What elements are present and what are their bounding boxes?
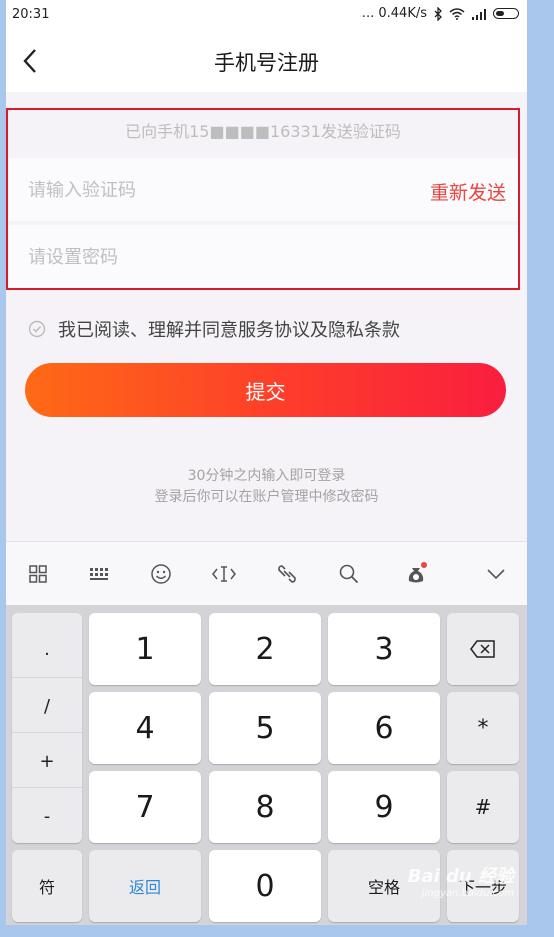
page-title: 手机号注册 [214, 51, 319, 75]
network-speed: ... 0.44K/s [361, 6, 427, 21]
password-field-row [8, 225, 518, 288]
baidu-watermark: Bai du 经验 jingyan.baidu.com [408, 862, 514, 899]
key-slash[interactable]: / [12, 677, 82, 734]
delete-key[interactable] [447, 613, 519, 685]
key-dot[interactable]: . [12, 621, 82, 677]
resend-button[interactable]: 重新发送 [430, 178, 506, 205]
search-icon[interactable] [335, 560, 363, 588]
keyboard-icon[interactable] [86, 560, 114, 588]
agreement-row[interactable]: 我已阅读、理解并同意服务协议及隐私条款 [28, 316, 400, 342]
key-1[interactable]: 1 [89, 613, 201, 685]
key-star[interactable]: * [447, 692, 519, 764]
backspace-icon [470, 640, 495, 658]
key-plus[interactable]: + [12, 732, 82, 789]
key-6[interactable]: 6 [328, 692, 440, 764]
key-8[interactable]: 8 [209, 771, 321, 843]
grid-icon[interactable] [24, 560, 52, 588]
key-9[interactable]: 9 [328, 771, 440, 843]
login-note-2: 登录后你可以在账户管理中修改密码 [154, 489, 379, 505]
nav-bar: 手机号注册 [6, 30, 527, 92]
link-icon[interactable] [273, 560, 301, 588]
key-7[interactable]: 7 [89, 771, 201, 843]
password-input[interactable] [26, 239, 390, 275]
key-5[interactable]: 5 [209, 692, 321, 764]
submit-button[interactable]: 提交 [25, 363, 506, 417]
key-4[interactable]: 4 [89, 692, 201, 764]
sms-sent-hint: 已向手机15■■■■16331发送验证码 [125, 122, 401, 141]
code-field-row: 重新发送 [8, 158, 518, 221]
key-hash[interactable]: # [447, 771, 519, 843]
back-key[interactable]: 返回 [89, 850, 201, 922]
status-right: ... 0.44K/s [362, 6, 519, 21]
keyboard-toolbar [6, 541, 527, 606]
bag-icon[interactable] [402, 560, 430, 588]
agreement-text[interactable]: 我已阅读、理解并同意服务协议及隐私条款 [58, 316, 400, 342]
watermark-brand: Bai du 经验 [407, 866, 514, 887]
battery-icon [493, 8, 519, 19]
status-bar: 20:31 ... 0.44K/s [6, 0, 527, 30]
symbol-column: . / + - [12, 613, 82, 843]
phone-screen: 20:31 ... 0.44K/s 手机号注册 已向手机15■■■■16331发… [6, 0, 527, 925]
cursor-icon[interactable] [210, 560, 238, 588]
watermark-url: jingyan.baidu.com [421, 888, 514, 899]
key-3[interactable]: 3 [328, 613, 440, 685]
status-time: 20:31 [12, 7, 50, 22]
emoji-icon[interactable] [147, 560, 175, 588]
key-minus[interactable]: - [12, 787, 82, 844]
signal-icon [472, 8, 486, 20]
bluetooth-icon [434, 6, 442, 21]
key-0[interactable]: 0 [209, 850, 321, 922]
key-2[interactable]: 2 [209, 613, 321, 685]
verification-code-input[interactable] [26, 172, 390, 208]
symbol-key[interactable]: 符 [12, 850, 82, 922]
wifi-icon [449, 8, 465, 20]
login-note-1: 30分钟之内输入即可登录 [187, 468, 346, 484]
verification-form: 已向手机15■■■■16331发送验证码 重新发送 [6, 108, 520, 290]
check-circle-icon[interactable] [28, 320, 46, 338]
chevron-down-icon[interactable] [482, 560, 510, 588]
